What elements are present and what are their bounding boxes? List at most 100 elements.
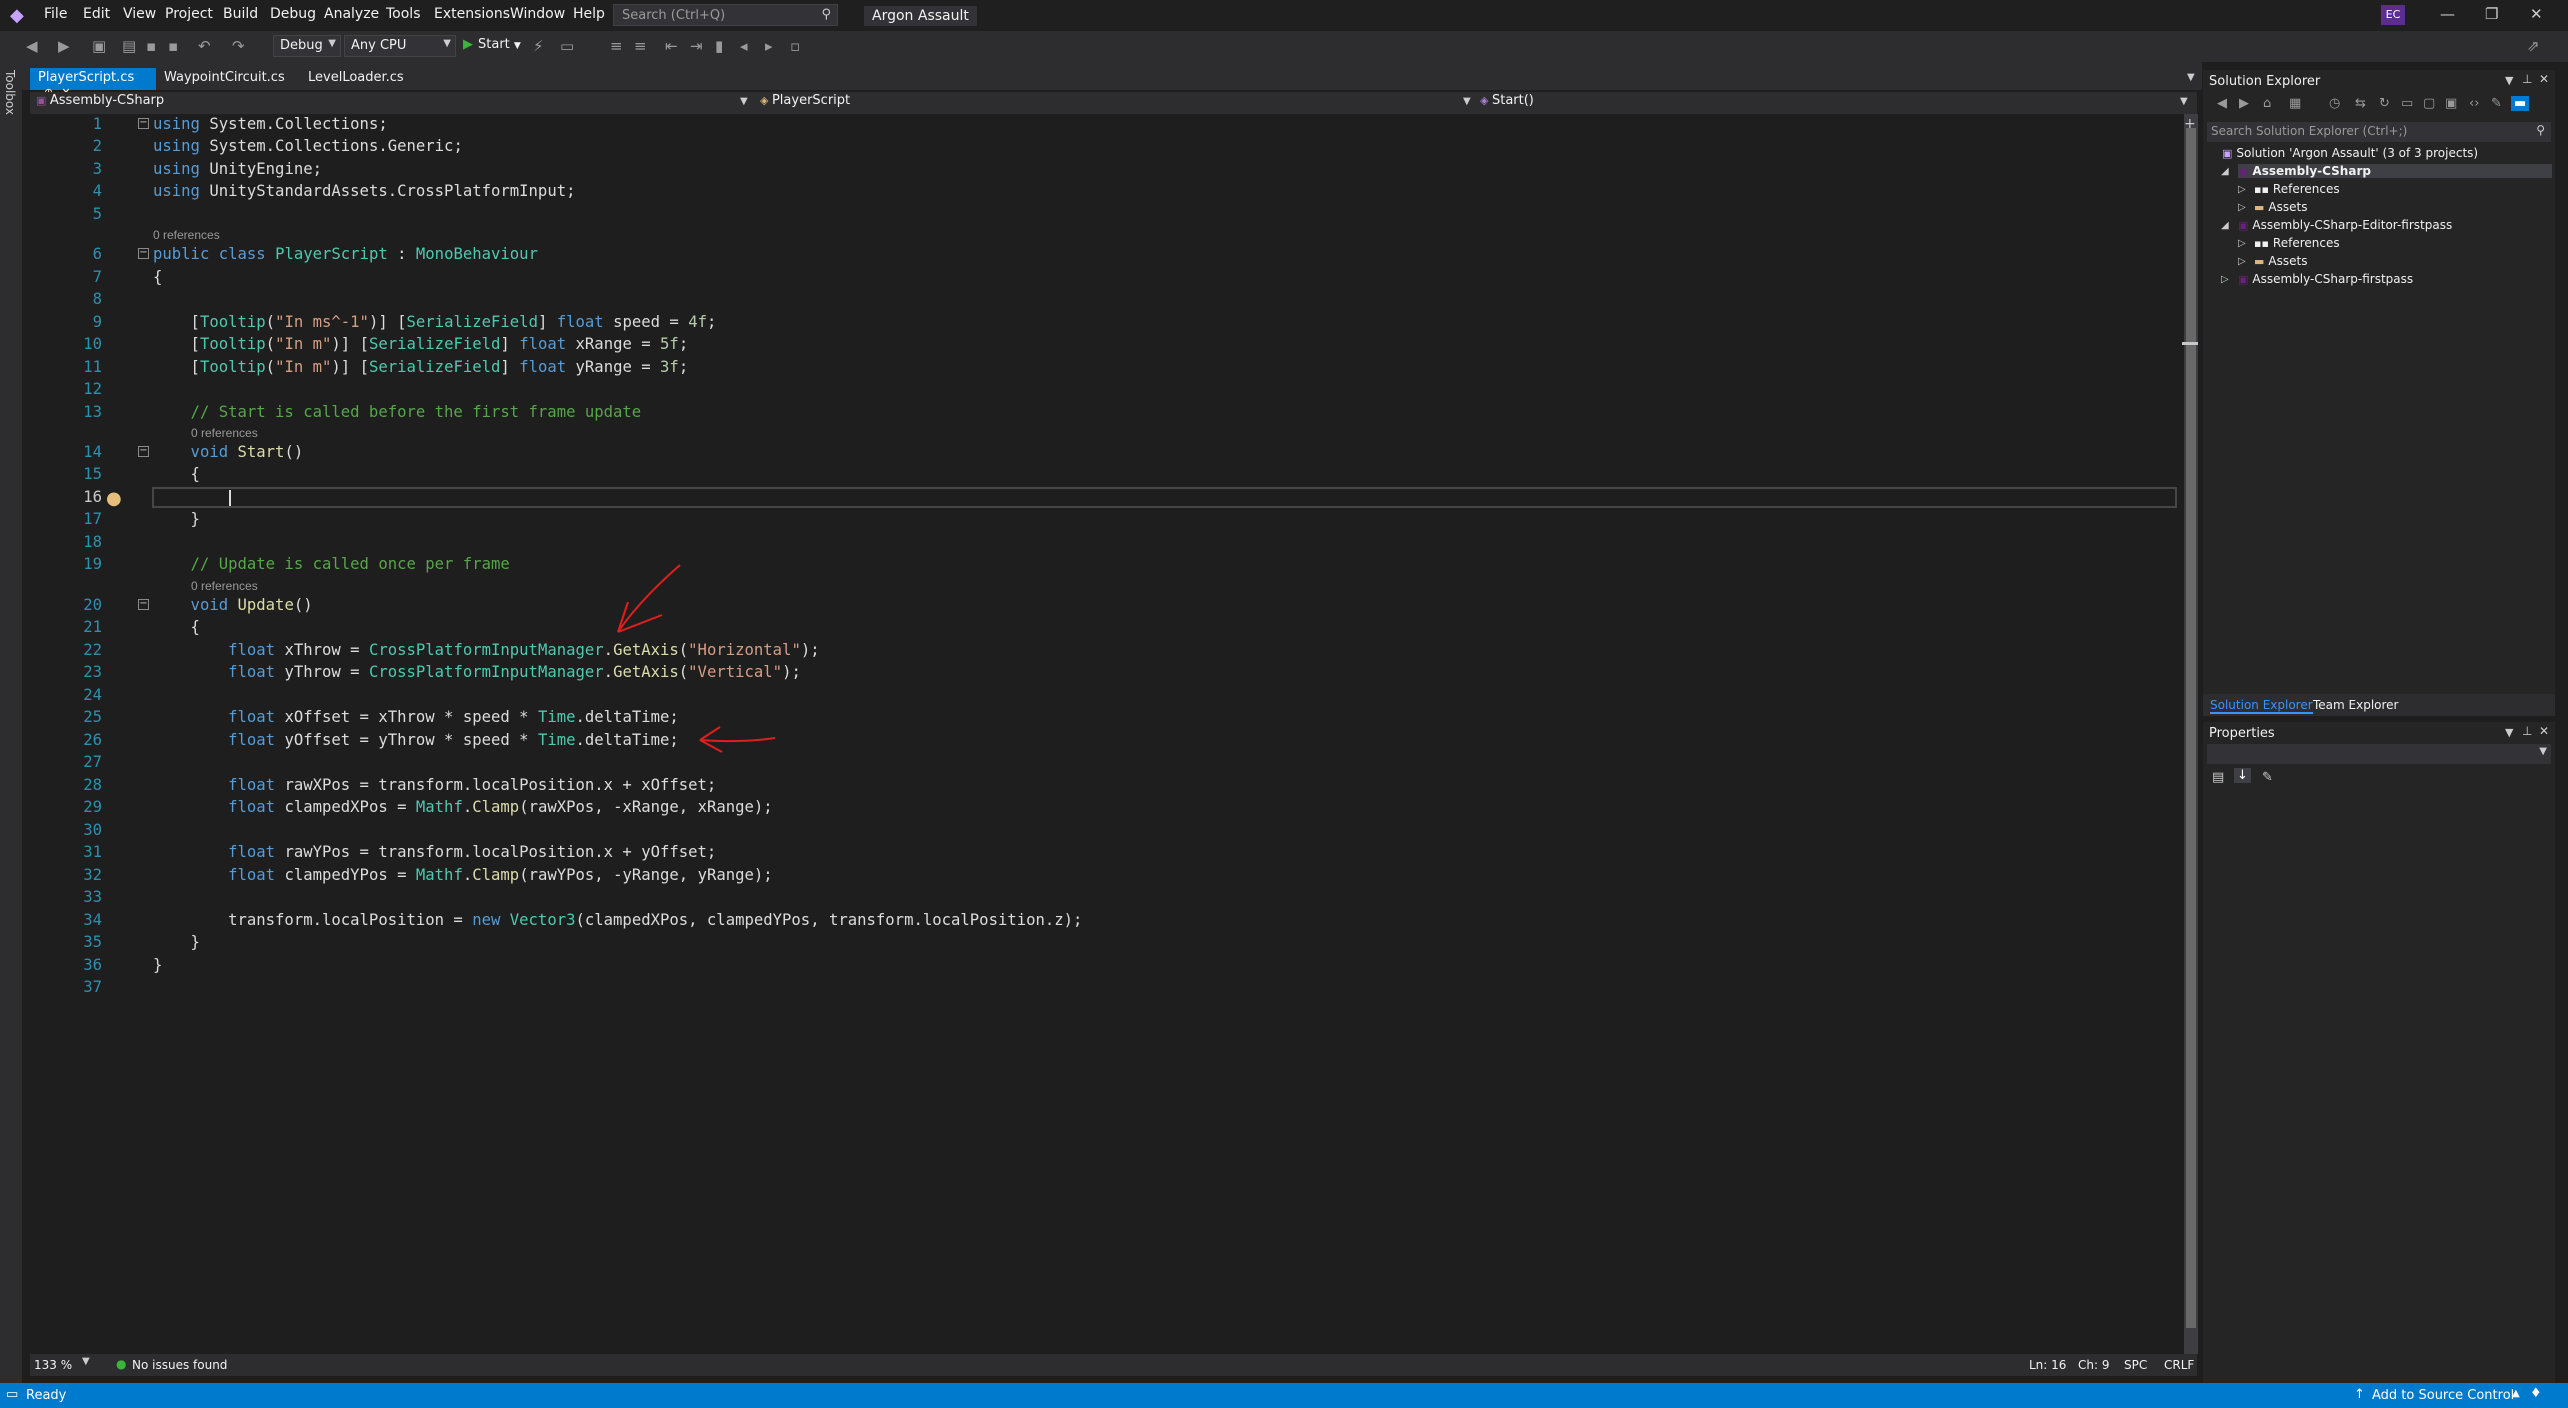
menu-file[interactable]: File bbox=[44, 6, 67, 22]
tab-waypointcircuit[interactable]: WaypointCircuit.cs bbox=[156, 68, 296, 90]
line-position[interactable]: Ln: 16 bbox=[2029, 1358, 2066, 1372]
collapse-icon[interactable]: − bbox=[138, 599, 149, 610]
new-project-icon[interactable]: ▣ bbox=[92, 37, 106, 55]
line-endings[interactable]: CRLF bbox=[2164, 1358, 2194, 1372]
forward-icon[interactable]: ▶ bbox=[2239, 96, 2249, 111]
class-dropdown[interactable]: ◈ PlayerScript bbox=[760, 93, 850, 108]
notifications-icon[interactable]: ♦ bbox=[2530, 1386, 2542, 1401]
avatar[interactable]: EC bbox=[2381, 5, 2405, 25]
tree-item-references[interactable]: ▪▪ References bbox=[2254, 236, 2340, 250]
search-input[interactable]: Search (Ctrl+Q) ⚲ bbox=[613, 4, 838, 26]
tab-playerscript[interactable]: PlayerScript.cs ⊕ ✕ bbox=[30, 68, 156, 99]
preview-icon[interactable]: ▬ bbox=[2511, 96, 2530, 111]
collapse-icon[interactable]: − bbox=[138, 446, 149, 457]
add-to-source-control-button[interactable]: Add to Source Control bbox=[2372, 1388, 2514, 1403]
alphabetical-icon[interactable]: ↓ bbox=[2234, 768, 2251, 783]
solution-node[interactable]: ▣ Solution 'Argon Assault' (3 of 3 projec… bbox=[2222, 146, 2478, 160]
redo-icon[interactable]: ↷ bbox=[232, 37, 245, 55]
menu-analyze[interactable]: Analyze bbox=[324, 6, 379, 22]
format-icon[interactable]: ≡ bbox=[610, 37, 623, 55]
chevron-up-icon[interactable]: ▲ bbox=[2512, 1388, 2520, 1399]
switch-views-icon[interactable]: ▦ bbox=[2289, 96, 2301, 111]
history-icon[interactable]: ◷ bbox=[2329, 96, 2340, 111]
save-icon[interactable]: ▪ bbox=[146, 37, 156, 55]
codelens-references[interactable]: 0 references bbox=[191, 426, 258, 440]
tree-item-assembly-csharp-editor-firstpass[interactable]: ▣ Assembly-CSharp-Editor-firstpass bbox=[2238, 218, 2452, 232]
undo-icon[interactable]: ↶ bbox=[198, 37, 211, 55]
chevron-right-icon[interactable]: ▷ bbox=[2238, 238, 2246, 249]
config-select[interactable]: Debug ▼ bbox=[273, 35, 341, 57]
bookmark-prev-icon[interactable]: ◂ bbox=[740, 37, 748, 55]
chevron-down-icon[interactable]: ▼ bbox=[1463, 96, 1471, 107]
menu-extensions[interactable]: Extensions bbox=[434, 6, 510, 22]
member-dropdown[interactable]: ◈ Start() bbox=[1480, 93, 1534, 108]
show-all-icon[interactable]: ▣ bbox=[2445, 96, 2457, 111]
bookmark-next-icon[interactable]: ▸ bbox=[765, 37, 773, 55]
tab-team-explorer[interactable]: Team Explorer bbox=[2313, 698, 2399, 712]
split-icon[interactable]: + bbox=[2184, 116, 2196, 132]
expanded-icon[interactable]: ◢ bbox=[2221, 166, 2229, 177]
wrench-icon[interactable]: ✎ bbox=[2262, 770, 2273, 785]
tree-item-references[interactable]: ▪▪ References bbox=[2254, 182, 2340, 196]
save-all-icon[interactable]: ▪ bbox=[168, 37, 178, 55]
solution-search-input[interactable]: Search Solution Explorer (Ctrl+;) ⚲ bbox=[2207, 122, 2551, 142]
collapse-all-icon[interactable]: ▭ bbox=[2401, 96, 2413, 111]
code-view-icon[interactable]: ‹› bbox=[2469, 96, 2479, 111]
live-share-icon[interactable]: ⇗ bbox=[2527, 37, 2540, 55]
tree-item-assets[interactable]: ▬ Assets bbox=[2254, 254, 2307, 268]
collapse-icon[interactable]: − bbox=[138, 118, 149, 129]
menu-view[interactable]: View bbox=[123, 6, 156, 22]
menu-project[interactable]: Project bbox=[165, 6, 213, 22]
screenshot-icon[interactable]: ▭ bbox=[560, 37, 574, 55]
collapse-icon[interactable]: − bbox=[138, 248, 149, 259]
back-icon[interactable]: ◀ bbox=[2217, 96, 2227, 111]
scrollbar-thumb[interactable] bbox=[2186, 128, 2196, 1328]
close-icon[interactable]: ✕ bbox=[2530, 5, 2543, 23]
chevron-right-icon[interactable]: ▷ bbox=[2238, 184, 2246, 195]
tab-overflow-icon[interactable]: ▼ bbox=[2187, 72, 2195, 83]
codelens-references[interactable]: 0 references bbox=[191, 579, 258, 593]
properties-icon[interactable]: ✎ bbox=[2491, 96, 2502, 111]
issues-status[interactable]: No issues found bbox=[132, 1358, 227, 1372]
minimize-icon[interactable]: — bbox=[2440, 5, 2455, 23]
toolbox-tab[interactable]: Toolbox bbox=[3, 70, 17, 115]
refresh-icon[interactable]: ↻ bbox=[2379, 96, 2390, 111]
chevron-right-icon[interactable]: ▷ bbox=[2238, 202, 2246, 213]
codelens-references[interactable]: 0 references bbox=[153, 228, 220, 242]
tree-item-assembly-csharp-firstpass[interactable]: ▣ Assembly-CSharp-firstpass bbox=[2238, 272, 2413, 286]
chevron-down-icon[interactable]: ▼ bbox=[2505, 726, 2513, 739]
zoom-level[interactable]: 133 % bbox=[34, 1358, 72, 1372]
tree-item-assets[interactable]: ▬ Assets bbox=[2254, 200, 2307, 214]
chevron-right-icon[interactable]: ▷ bbox=[2221, 274, 2229, 285]
tab-solution-explorer[interactable]: Solution Explorer bbox=[2210, 698, 2313, 714]
whitespace-mode[interactable]: SPC bbox=[2124, 1358, 2147, 1372]
chevron-right-icon[interactable]: ▷ bbox=[2238, 256, 2246, 267]
chevron-down-icon[interactable]: ▼ bbox=[82, 1356, 90, 1367]
menu-tools[interactable]: Tools bbox=[386, 6, 421, 22]
chevron-down-icon[interactable]: ▼ bbox=[2505, 74, 2513, 87]
project-dropdown[interactable]: ▣ Assembly-CSharp bbox=[36, 93, 164, 108]
platform-select[interactable]: Any CPU ▼ bbox=[344, 35, 456, 57]
menu-help[interactable]: Help bbox=[573, 6, 605, 22]
sync-icon[interactable]: ⇆ bbox=[2355, 96, 2366, 111]
menu-edit[interactable]: Edit bbox=[83, 6, 110, 22]
bookmark-icon[interactable]: ▮ bbox=[715, 37, 723, 55]
tree-item-assembly-csharp[interactable]: ▣ Assembly-CSharp bbox=[2238, 164, 2552, 178]
restore-icon[interactable]: ❐ bbox=[2485, 5, 2498, 23]
back-icon[interactable]: ◀ bbox=[26, 37, 38, 55]
home-icon[interactable]: ⌂ bbox=[2263, 96, 2271, 111]
bookmark-clear-icon[interactable]: ▫ bbox=[790, 37, 800, 55]
expanded-icon[interactable]: ◢ bbox=[2221, 220, 2229, 231]
attach-icon[interactable]: ⚡ bbox=[533, 37, 544, 55]
categorized-icon[interactable]: ▤ bbox=[2212, 770, 2224, 785]
menu-window[interactable]: Window bbox=[510, 6, 565, 22]
menu-debug[interactable]: Debug bbox=[270, 6, 316, 22]
indent-icon[interactable]: ⇤ bbox=[665, 37, 678, 55]
close-icon[interactable]: ✕ bbox=[2539, 724, 2549, 738]
pin-icon[interactable]: ⊥ bbox=[2522, 72, 2532, 86]
pin-icon[interactable]: ⊥ bbox=[2522, 724, 2532, 738]
chevron-down-icon[interactable]: ▼ bbox=[2180, 96, 2188, 107]
lightbulb-icon[interactable]: ● bbox=[106, 488, 122, 509]
menu-build[interactable]: Build bbox=[223, 6, 258, 22]
forward-icon[interactable]: ▶ bbox=[58, 37, 70, 55]
